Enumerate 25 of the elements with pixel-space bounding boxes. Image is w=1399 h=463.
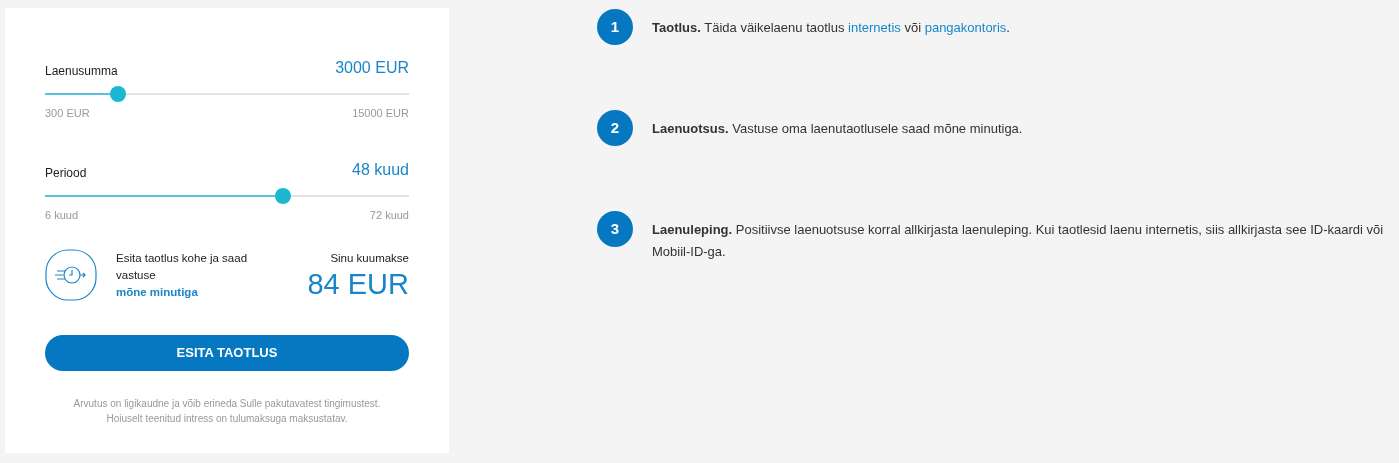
step-link[interactable]: internetis (848, 20, 901, 35)
slider-label: Periood (45, 164, 87, 182)
slider-thumb[interactable] (109, 86, 126, 102)
payment-label: Sinu kuumakse (330, 251, 409, 267)
slider-label: Laenusumma (45, 63, 118, 80)
slider-min: 300 EUR (45, 106, 90, 121)
payment-amount: 84 EUR (307, 267, 409, 300)
info-text: Esita taotlus kohe ja saad vastuse (116, 250, 249, 283)
step-number: 1 (597, 9, 633, 45)
info-link[interactable]: mõne minutiga (116, 283, 266, 301)
step-number: 2 (597, 110, 633, 146)
disclaimer-text: Hoiuselt teenitud intress on tulumaksuga maksustatav. (106, 412, 348, 426)
slider-max: 15000 EUR (352, 106, 409, 121)
step-text: Laenuleping. Positiivse laenuotsuse korral allkirjasta laenuleping. Kui taotlesid laenu internetis, siis allkirjasta see ID-kaardi või Mobiil-ID-ga. (652, 221, 1385, 261)
step-text: Laenuotsus. Vastuse oma laenutaotlusele saad mõne minutiga. (652, 120, 1024, 138)
disclaimer-text: Arvutus on ligikaudne ja võib erineda Sulle pakutavatest tingimustest. (73, 397, 381, 411)
slider-value: 48 kuud (352, 159, 409, 180)
slider-thumb[interactable] (275, 187, 292, 204)
step-number: 3 (597, 211, 633, 247)
submit-button[interactable]: ESITA TAOTLUS (45, 335, 409, 371)
step-text: Taotlus. Täida väikelaenu taotlus internetis või pangakontoris. (652, 19, 1011, 37)
clock-icon (45, 249, 97, 301)
slider-max: 72 kuud (369, 207, 409, 223)
slider-value: 3000 EUR (335, 58, 409, 78)
slider-min: 6 kuud (45, 207, 79, 223)
